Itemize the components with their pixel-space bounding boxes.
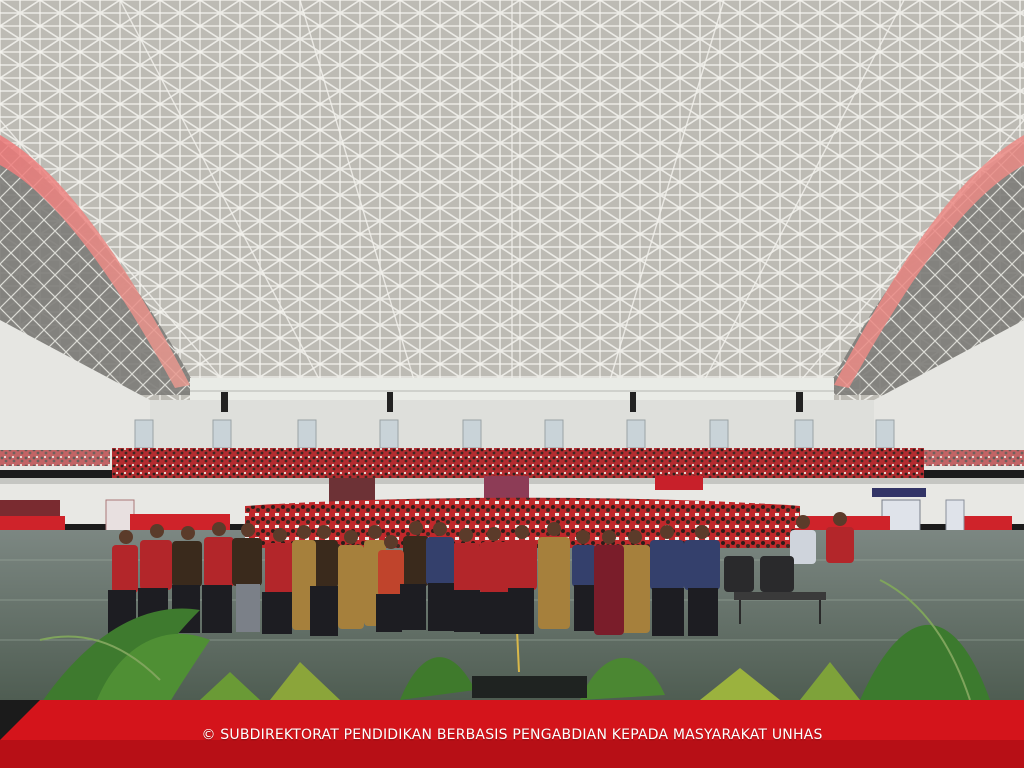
photo-scene: © SUBDIREKTORAT PENDIDIKAN BERBASIS PENG… bbox=[0, 0, 1024, 768]
photo-credit-caption: © SUBDIREKTORAT PENDIDIKAN BERBASIS PENG… bbox=[201, 727, 823, 743]
gymnasium-photo bbox=[0, 0, 1024, 768]
